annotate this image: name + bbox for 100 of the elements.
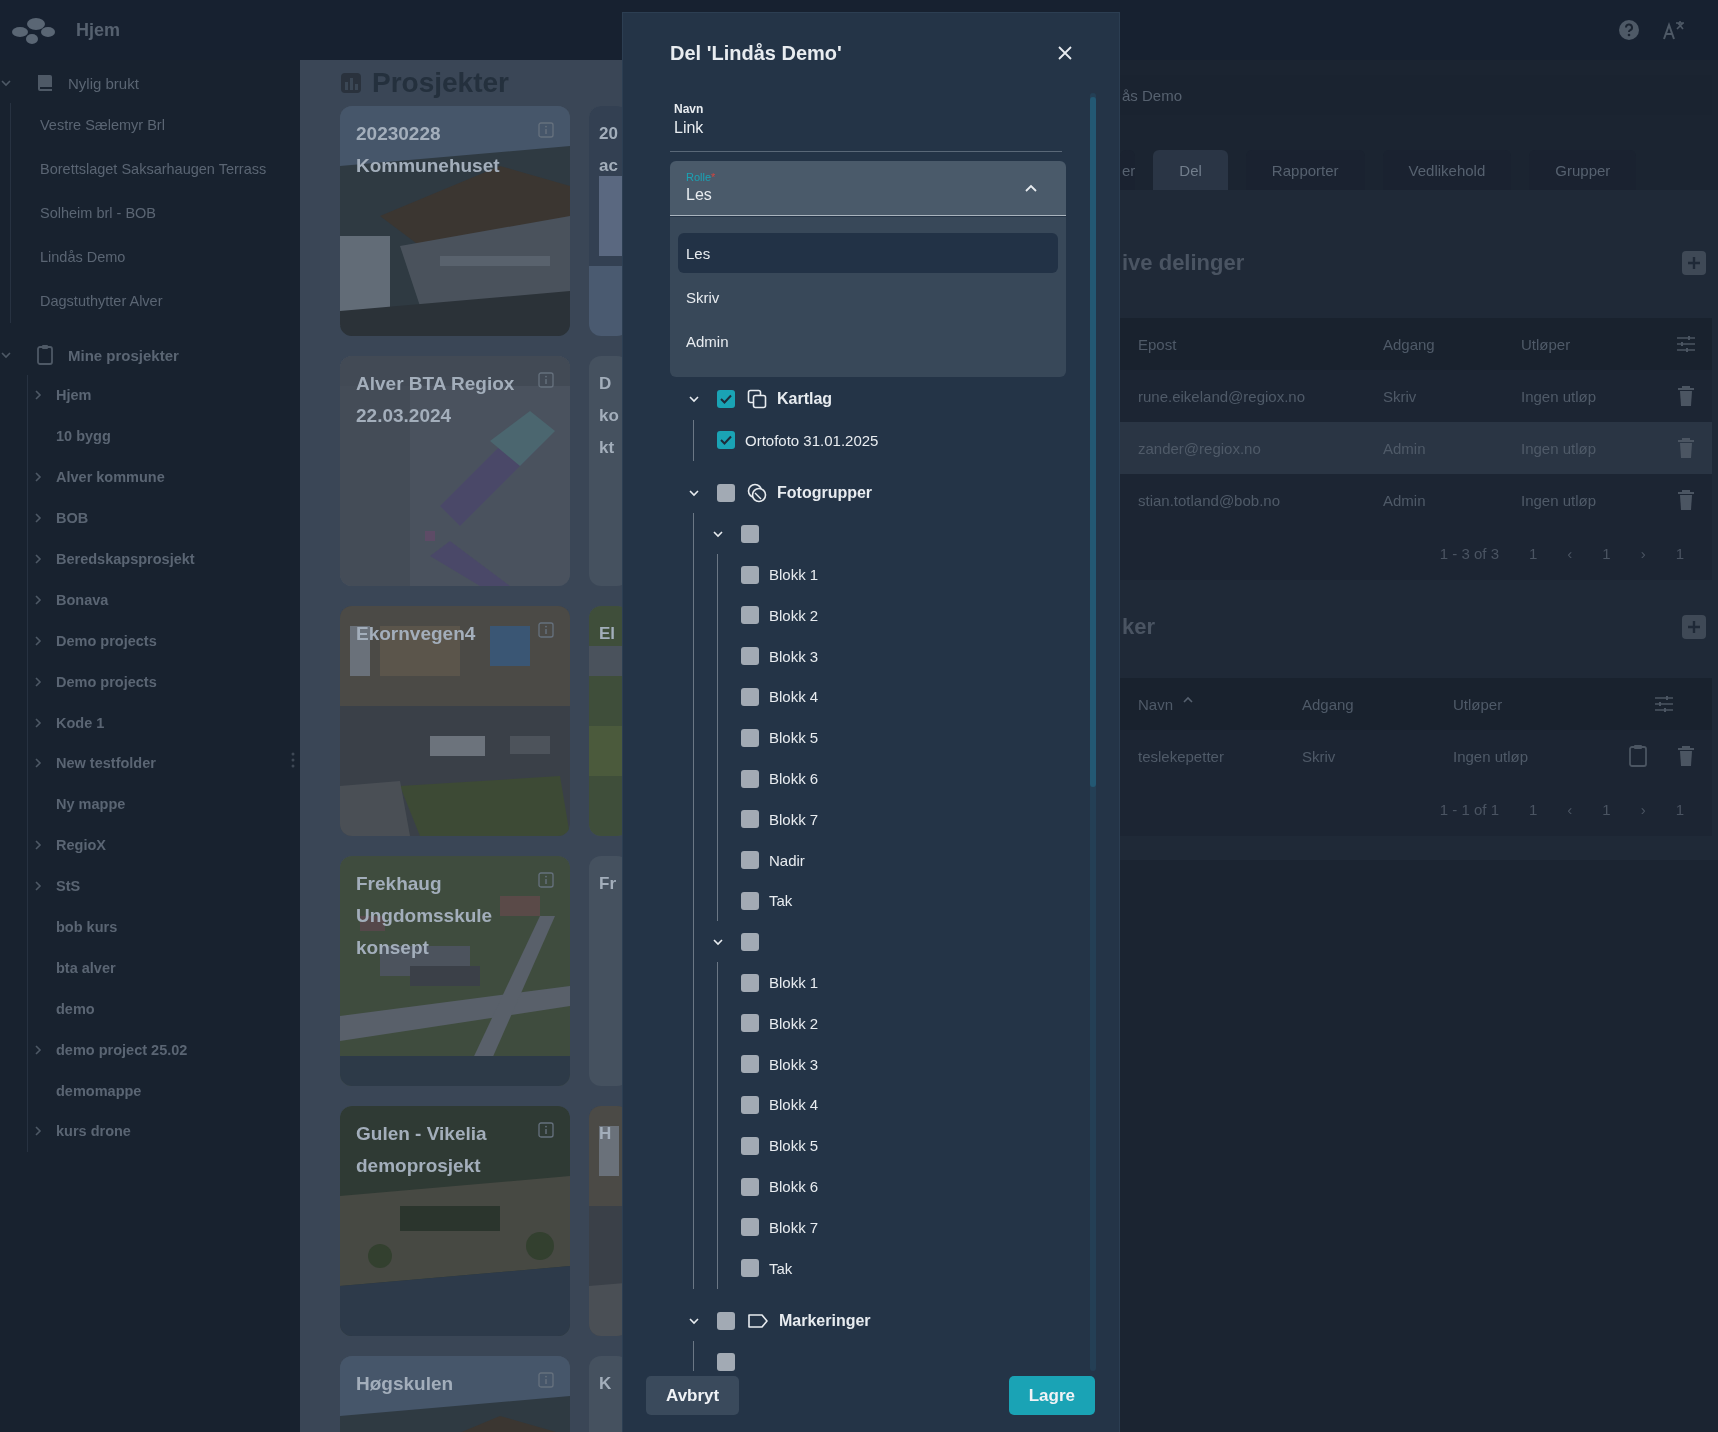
sidebar-item[interactable]: Demo projects bbox=[56, 673, 157, 690]
project-card[interactable]: Alver BTA Regiox 22.03.2024 bbox=[340, 356, 570, 586]
sidebar-item[interactable]: Lindås Demo bbox=[40, 249, 126, 265]
sidebar-item[interactable]: kurs drone bbox=[56, 1123, 131, 1140]
role-select[interactable]: Rolle* Les bbox=[670, 161, 1066, 216]
sidebar-item[interactable]: New testfolder bbox=[56, 755, 156, 772]
checkbox[interactable] bbox=[741, 565, 759, 584]
checkbox[interactable] bbox=[741, 1055, 759, 1074]
add-icon[interactable] bbox=[1682, 615, 1706, 639]
column-header[interactable]: Adgang bbox=[1383, 335, 1521, 353]
project-card[interactable]: H bbox=[589, 1106, 622, 1336]
translate-icon[interactable] bbox=[1662, 19, 1686, 41]
info-icon[interactable] bbox=[538, 372, 554, 388]
checkbox[interactable] bbox=[741, 1259, 759, 1278]
project-card[interactable]: Ekornvegen4 bbox=[340, 606, 570, 836]
checkbox[interactable] bbox=[741, 810, 759, 829]
project-card[interactable]: 20230228 Kommunehuset bbox=[340, 106, 570, 336]
sidebar-item[interactable]: RegioX bbox=[56, 837, 106, 854]
project-card[interactable]: K bbox=[589, 1356, 622, 1432]
sidebar-item[interactable]: StS bbox=[56, 878, 81, 895]
info-icon[interactable] bbox=[538, 1122, 554, 1138]
project-card[interactable]: D ko kt bbox=[589, 356, 622, 586]
sidebar-item[interactable]: Dagstuthytter Alver bbox=[40, 293, 163, 309]
checkbox[interactable] bbox=[717, 1311, 735, 1330]
column-header[interactable]: Adgang bbox=[1302, 695, 1453, 713]
add-icon[interactable] bbox=[1682, 251, 1706, 275]
sidebar-item[interactable]: demo project 25.02 bbox=[56, 1041, 188, 1058]
sidebar-item[interactable]: Hjem bbox=[56, 387, 92, 404]
checkbox[interactable] bbox=[741, 973, 759, 992]
save-button[interactable]: Lagre bbox=[1008, 1376, 1095, 1415]
settings-icon[interactable] bbox=[1676, 335, 1696, 353]
checkbox[interactable] bbox=[741, 1095, 759, 1114]
sidebar-item[interactable]: Beredskapsprosjekt bbox=[56, 551, 195, 567]
scrollbar[interactable] bbox=[1090, 93, 1096, 1371]
close-icon[interactable] bbox=[1057, 45, 1073, 61]
app-title[interactable]: Hjem bbox=[76, 19, 120, 41]
checkbox[interactable] bbox=[741, 1014, 759, 1033]
menu-option[interactable]: Admin bbox=[678, 321, 1058, 361]
tab[interactable]: Del bbox=[1153, 150, 1228, 190]
help-icon[interactable] bbox=[1618, 19, 1640, 41]
project-card[interactable]: Fr bbox=[589, 856, 622, 1086]
sidebar-item[interactable]: Borettslaget Saksarhaugen Terrass bbox=[40, 161, 267, 177]
checkbox[interactable] bbox=[741, 647, 759, 666]
pager-item[interactable]: › bbox=[1640, 800, 1646, 818]
sidebar-item[interactable]: Demo projects bbox=[56, 632, 157, 649]
checkbox[interactable] bbox=[717, 484, 735, 502]
sidebar-item[interactable]: Solheim brl - BOB bbox=[40, 205, 157, 221]
sidebar-section-title[interactable]: Nylig brukt bbox=[68, 74, 139, 92]
trash-icon[interactable] bbox=[1677, 385, 1695, 407]
pager-item[interactable]: ‹ bbox=[1567, 544, 1573, 562]
sidebar-item[interactable]: Bonava bbox=[56, 591, 109, 608]
column-header[interactable]: Utløper bbox=[1521, 335, 1660, 353]
clipboard-icon[interactable] bbox=[1628, 744, 1648, 768]
sidebar-item[interactable]: bta alver bbox=[56, 959, 116, 976]
checkbox[interactable] bbox=[717, 431, 735, 450]
project-card[interactable]: El bbox=[589, 606, 622, 836]
project-card[interactable]: Høgskulen bbox=[340, 1356, 570, 1432]
sidebar-item[interactable]: demomappe bbox=[56, 1082, 142, 1099]
project-card[interactable]: Frekhaug Ungdomsskule konsept bbox=[340, 856, 570, 1086]
column-header[interactable]: Epost bbox=[1138, 335, 1383, 353]
sidebar-item[interactable]: Kode 1 bbox=[56, 714, 105, 731]
checkbox[interactable] bbox=[741, 687, 759, 706]
sidebar-item[interactable]: BOB bbox=[56, 510, 89, 527]
project-card[interactable]: Gulen - Vikelia demoprosjekt bbox=[340, 1106, 570, 1336]
resize-handle-icon[interactable] bbox=[291, 752, 295, 768]
checkbox[interactable] bbox=[741, 932, 759, 951]
sidebar-item[interactable]: Alver kommune bbox=[56, 469, 165, 486]
pager-item[interactable]: ‹ bbox=[1567, 800, 1573, 818]
trash-icon[interactable] bbox=[1677, 745, 1695, 767]
project-card[interactable]: 20 ac bbox=[589, 106, 622, 336]
checkbox[interactable] bbox=[717, 390, 735, 409]
checkbox[interactable] bbox=[741, 851, 759, 870]
info-icon[interactable] bbox=[538, 1372, 554, 1388]
trash-icon[interactable] bbox=[1677, 437, 1695, 459]
breadcrumb[interactable]: ås Demo bbox=[1120, 86, 1183, 104]
checkbox[interactable] bbox=[741, 1177, 759, 1196]
checkbox[interactable] bbox=[741, 524, 759, 543]
column-header[interactable]: Utløper bbox=[1453, 695, 1616, 713]
sidebar-item[interactable]: 10 bygg bbox=[56, 428, 111, 445]
sidebar-section-title[interactable]: Mine prosjekter bbox=[68, 346, 179, 364]
menu-option[interactable]: Skriv bbox=[678, 277, 1058, 317]
checkbox[interactable] bbox=[741, 1136, 759, 1155]
sidebar-item[interactable]: demo bbox=[56, 1000, 95, 1017]
checkbox[interactable] bbox=[741, 606, 759, 625]
checkbox[interactable] bbox=[741, 769, 759, 788]
checkbox[interactable] bbox=[741, 891, 759, 910]
column-header[interactable]: Navn bbox=[1138, 695, 1302, 713]
checkbox[interactable] bbox=[717, 1352, 735, 1371]
info-icon[interactable] bbox=[538, 872, 554, 888]
menu-option[interactable]: Les bbox=[678, 233, 1058, 273]
chevron-icon[interactable] bbox=[688, 487, 700, 499]
trash-icon[interactable] bbox=[1677, 489, 1695, 511]
sidebar-item[interactable]: Vestre Sælemyr Brl bbox=[40, 117, 165, 133]
checkbox[interactable] bbox=[741, 728, 759, 747]
checkbox[interactable] bbox=[741, 1218, 759, 1237]
info-icon[interactable] bbox=[538, 622, 554, 638]
info-icon[interactable] bbox=[538, 122, 554, 138]
name-field[interactable]: Navn Link bbox=[670, 101, 1062, 152]
settings-icon[interactable] bbox=[1654, 695, 1674, 713]
cancel-button[interactable]: Avbryt bbox=[646, 1376, 740, 1415]
